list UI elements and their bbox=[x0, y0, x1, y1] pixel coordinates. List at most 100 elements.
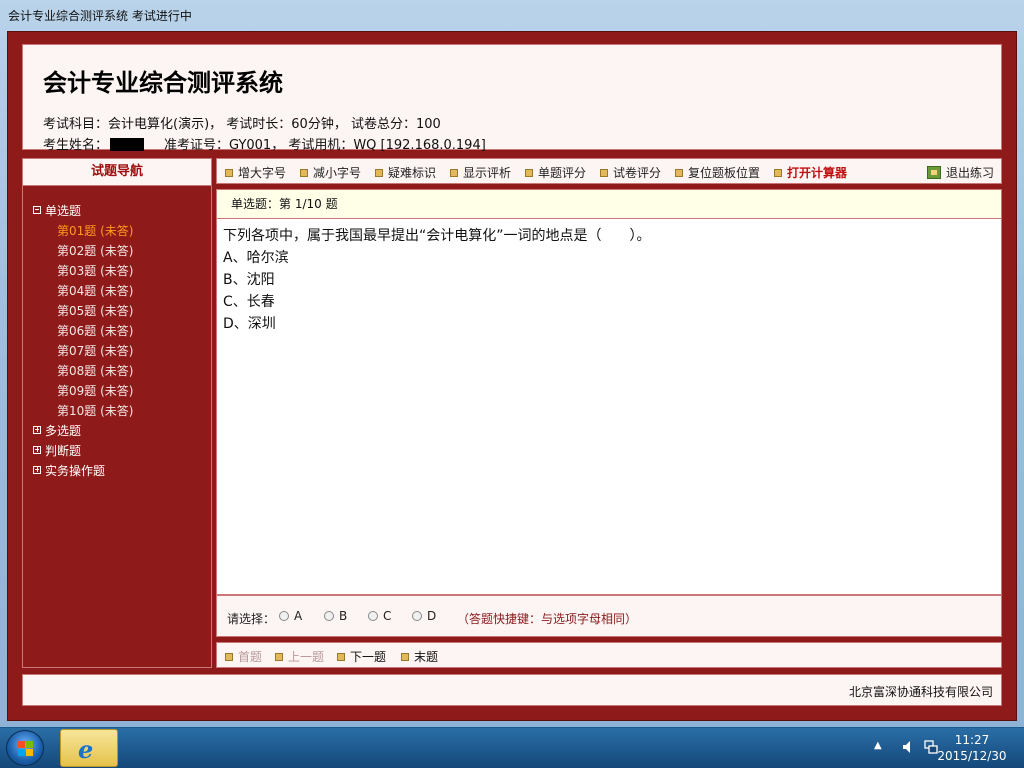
last-question-button[interactable]: 末题 bbox=[401, 648, 438, 665]
question-link-01[interactable]: 第01题 (未答) bbox=[33, 221, 133, 241]
show-hidden-icons-icon[interactable]: ▲ bbox=[874, 740, 882, 751]
windows-logo-icon bbox=[18, 741, 34, 757]
option-d: D、深圳 bbox=[223, 316, 276, 332]
question-link-07[interactable]: 第07题 (未答) bbox=[33, 341, 133, 361]
tree-group-practical[interactable]: 实务操作题 bbox=[33, 461, 133, 481]
bullet-icon bbox=[225, 653, 233, 661]
button-label: 首题 bbox=[238, 650, 263, 664]
exam-footer: 北京富深协通科技有限公司 bbox=[22, 674, 1002, 706]
exam-info: 考试科目：会计电算化(演示)， 考试时长：60分钟， 试卷总分：100 bbox=[43, 117, 441, 132]
button-label: 单题评分 bbox=[538, 166, 587, 180]
tree-group-multiple-choice[interactable]: 多选题 bbox=[33, 421, 133, 441]
question-link-08[interactable]: 第08题 (未答) bbox=[33, 361, 133, 381]
answer-panel: 请选择： A B C D （答题快捷键：与选项字母相同） bbox=[216, 595, 1002, 637]
button-label: 复位题板位置 bbox=[688, 166, 761, 180]
exam-id-info: 准考证号：GY001， 考试用机：WQ [192.168.0.194] bbox=[164, 138, 486, 153]
question-body: 下列各项中，属于我国最早提出“会计电算化”一词的地点是（ ）。 A、哈尔滨 B、… bbox=[216, 219, 1002, 595]
internet-explorer-icon: e bbox=[78, 735, 94, 764]
bullet-icon bbox=[774, 169, 782, 177]
option-b: B、沈阳 bbox=[223, 272, 275, 288]
taskbar: e ▲ 11:27 2015/12/30 bbox=[0, 728, 1024, 768]
collapse-icon[interactable] bbox=[33, 206, 41, 214]
next-question-button[interactable]: 下一题 bbox=[337, 648, 386, 665]
tree-group-true-false[interactable]: 判断题 bbox=[33, 441, 133, 461]
clock[interactable]: 11:27 2015/12/30 bbox=[932, 732, 1012, 764]
radio-icon[interactable] bbox=[324, 611, 334, 621]
button-label: 增大字号 bbox=[238, 166, 287, 180]
button-label: 疑难标识 bbox=[388, 166, 437, 180]
bullet-icon bbox=[401, 653, 409, 661]
bullet-icon bbox=[675, 169, 683, 177]
radio-label: D bbox=[427, 609, 437, 623]
increase-font-button[interactable]: 增大字号 bbox=[225, 164, 286, 181]
question-link-02[interactable]: 第02题 (未答) bbox=[33, 241, 133, 261]
redacted-name bbox=[110, 138, 145, 151]
question-link-09[interactable]: 第09题 (未答) bbox=[33, 381, 133, 401]
radio-icon[interactable] bbox=[412, 611, 422, 621]
reset-panel-button[interactable]: 复位题板位置 bbox=[675, 164, 760, 181]
first-question-button[interactable]: 首题 bbox=[225, 648, 262, 665]
bullet-icon bbox=[525, 169, 533, 177]
group-label: 单选题 bbox=[45, 204, 82, 218]
button-label: 下一题 bbox=[350, 650, 387, 664]
window-title: 会计专业综合测评系统 考试进行中 bbox=[8, 9, 192, 23]
decrease-font-button[interactable]: 减小字号 bbox=[300, 164, 361, 181]
answer-radio-a[interactable]: A bbox=[279, 609, 302, 623]
question-stem: 下列各项中，属于我国最早提出“会计电算化”一词的地点是（ ）。 bbox=[223, 228, 651, 244]
option-a: A、哈尔滨 bbox=[223, 250, 289, 266]
answer-radio-c[interactable]: C bbox=[368, 609, 391, 623]
question-link-05[interactable]: 第05题 (未答) bbox=[33, 301, 133, 321]
radio-icon[interactable] bbox=[368, 611, 378, 621]
question-link-10[interactable]: 第10题 (未答) bbox=[33, 401, 133, 421]
button-label: 显示评析 bbox=[463, 166, 512, 180]
button-label: 末题 bbox=[414, 650, 439, 664]
expand-icon[interactable] bbox=[33, 446, 41, 454]
radio-label: C bbox=[383, 609, 392, 623]
question-link-06[interactable]: 第06题 (未答) bbox=[33, 321, 133, 341]
exam-header: 会计专业综合测评系统 考试科目：会计电算化(演示)， 考试时长：60分钟， 试卷… bbox=[22, 44, 1002, 153]
answer-radio-b[interactable]: B bbox=[324, 609, 347, 623]
clock-date: 2015/12/30 bbox=[937, 749, 1007, 763]
expand-icon[interactable] bbox=[33, 466, 41, 474]
question-header: 单选题：第 1/10 题 bbox=[216, 189, 1002, 219]
score-paper-button[interactable]: 试卷评分 bbox=[600, 164, 661, 181]
bullet-icon bbox=[300, 169, 308, 177]
group-label: 实务操作题 bbox=[45, 464, 106, 478]
group-label: 多选题 bbox=[45, 424, 82, 438]
radio-label: B bbox=[339, 609, 348, 623]
exit-practice-button[interactable]: 退出练习 bbox=[927, 164, 994, 181]
show-analysis-button[interactable]: 显示评析 bbox=[450, 164, 511, 181]
prev-question-button[interactable]: 上一题 bbox=[275, 648, 324, 665]
answer-label: 请选择： bbox=[227, 612, 276, 626]
radio-icon[interactable] bbox=[279, 611, 289, 621]
exam-client-area: 会计专业综合测评系统 考试科目：会计电算化(演示)， 考试时长：60分钟， 试卷… bbox=[7, 31, 1017, 721]
question-pager: 首题 上一题 下一题 末题 bbox=[216, 642, 1002, 668]
taskbar-ie-button[interactable]: e bbox=[60, 729, 118, 767]
answer-hint: （答题快捷键：与选项字母相同） bbox=[457, 612, 638, 626]
button-label: 减小字号 bbox=[313, 166, 362, 180]
candidate-info: 考生姓名： 准考证号：GY001， 考试用机：WQ [192.168.0.194] bbox=[43, 134, 486, 153]
question-navigation: 试题导航 单选题 第01题 (未答) 第02题 (未答) 第03题 (未答) 第… bbox=[22, 158, 212, 668]
bullet-icon bbox=[225, 169, 233, 177]
app-window: 会计专业综合测评系统 考试进行中 会计专业综合测评系统 考试科目：会计电算化(演… bbox=[0, 0, 1024, 727]
button-label: 上一题 bbox=[288, 650, 325, 664]
exit-icon bbox=[927, 166, 941, 179]
bullet-icon bbox=[275, 653, 283, 661]
nav-title: 试题导航 bbox=[23, 159, 211, 186]
button-label: 打开计算器 bbox=[787, 166, 848, 180]
start-button[interactable] bbox=[6, 730, 44, 766]
open-calculator-button[interactable]: 打开计算器 bbox=[774, 164, 847, 181]
button-label: 退出练习 bbox=[946, 166, 995, 180]
expand-icon[interactable] bbox=[33, 426, 41, 434]
answer-radio-d[interactable]: D bbox=[412, 609, 436, 623]
bullet-icon bbox=[450, 169, 458, 177]
question-link-03[interactable]: 第03题 (未答) bbox=[33, 261, 133, 281]
system-name: 会计专业综合测评系统 bbox=[43, 69, 283, 97]
title-bar[interactable]: 会计专业综合测评系统 考试进行中 bbox=[0, 0, 1024, 30]
radio-label: A bbox=[294, 609, 303, 623]
question-link-04[interactable]: 第04题 (未答) bbox=[33, 281, 133, 301]
volume-icon[interactable] bbox=[902, 740, 914, 754]
tree-group-single-choice[interactable]: 单选题 bbox=[33, 201, 133, 221]
score-question-button[interactable]: 单题评分 bbox=[525, 164, 586, 181]
mark-difficult-button[interactable]: 疑难标识 bbox=[375, 164, 436, 181]
